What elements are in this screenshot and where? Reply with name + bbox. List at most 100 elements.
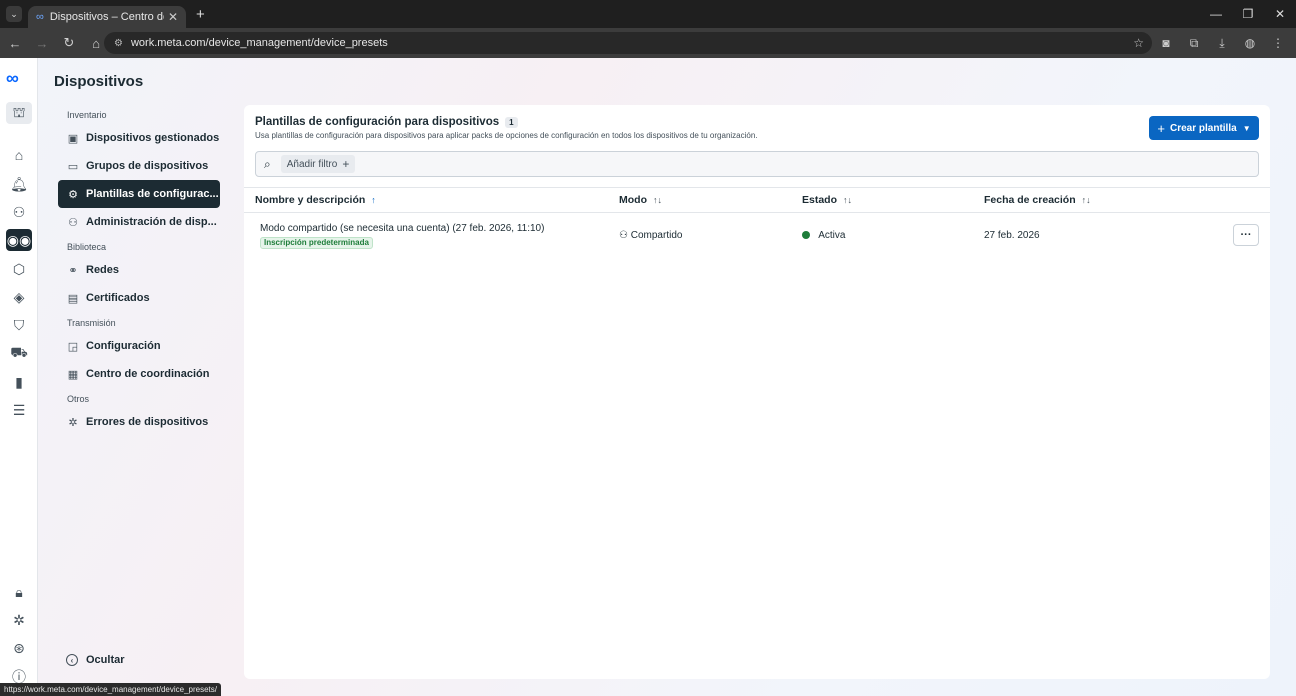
sidebar-item-coordination-center[interactable]: ▦ Centro de coordinación — [58, 360, 220, 388]
row-status-cell: Activa — [802, 230, 845, 241]
back-icon[interactable]: ← — [3, 36, 27, 51]
sidebar-section-otros: Otros — [67, 394, 90, 404]
table-row[interactable]: Modo compartido (se necesita una cuenta)… — [244, 213, 1270, 259]
more-icon: ··· — [1240, 229, 1252, 241]
sidebar-item-managed-devices[interactable]: ▣ Dispositivos gestionados — [58, 124, 220, 152]
sort-ascending-icon[interactable]: ↑ — [371, 195, 376, 205]
close-window-icon[interactable]: ✕ — [1264, 7, 1296, 21]
more-options-button[interactable]: ··· — [1233, 224, 1259, 246]
left-rail: ∞ ⛫ ⌂ 🔔︎ ⚇ ◉◉ ⬡ ◈ ⛉ ⛟ ▮ ☰ 🔒︎ ✲ ⊛ ⓘ — [0, 58, 38, 696]
sidebar-item-networks[interactable]: ⚭ Redes — [58, 256, 220, 284]
default-enrollment-badge: Inscripción predeterminada — [260, 237, 373, 249]
bug-report-icon[interactable]: ✲ — [6, 609, 32, 631]
filter-bar[interactable]: ⌕ Añadir filtro + — [255, 151, 1259, 177]
sidebar-item-cast-config[interactable]: ◲ Configuración — [58, 332, 220, 360]
column-header-label: Fecha de creación — [984, 194, 1076, 206]
minimize-icon[interactable]: — — [1200, 7, 1232, 21]
sidebar-item-device-groups[interactable]: ▭ Grupos de dispositivos — [58, 152, 220, 180]
column-header-label: Modo — [619, 194, 647, 206]
home-nav-icon[interactable]: ⌂ — [6, 144, 32, 166]
extensions-puzzle-icon[interactable]: ⧉ — [1182, 36, 1206, 51]
panel-header: Plantillas de configuración para disposi… — [255, 116, 758, 140]
templates-panel: Plantillas de configuración para disposi… — [244, 105, 1270, 679]
download-icon[interactable]: ⤓ — [1210, 36, 1234, 51]
devices-nav-icon[interactable]: ◉◉ — [6, 229, 32, 251]
reload-icon[interactable]: ↻ — [57, 35, 81, 51]
sidebar-item-device-admin[interactable]: ⚇ Administración de disp... — [58, 208, 220, 236]
panel-subtitle: Usa plantillas de configuración para dis… — [255, 131, 758, 140]
hide-sidebar-button[interactable]: ‹ Ocultar — [66, 654, 125, 666]
new-tab-icon[interactable]: + — [196, 6, 205, 23]
table-header: Nombre y descripción ↑ Modo ↑↓ Estado ↑↓… — [244, 187, 1270, 213]
plus-icon: + — [1157, 120, 1165, 136]
org-avatar-icon[interactable]: ⛫ — [6, 102, 32, 124]
sidebar-item-certificates[interactable]: ▤ Certificados — [58, 284, 220, 312]
panel-title: Plantillas de configuración para disposi… — [255, 116, 758, 128]
row-mode: Compartido — [630, 230, 683, 241]
browser-toolbar: ← → ↻ ⌂ ⚙ work.meta.com/device_managemen… — [0, 28, 1296, 58]
profile-avatar-icon[interactable]: ◍ — [1238, 36, 1262, 50]
help-icon[interactable]: ⊛ — [6, 637, 32, 659]
people-icon: ⚇ — [68, 216, 78, 229]
add-filter-button[interactable]: Añadir filtro + — [280, 155, 356, 173]
meta-logo-icon[interactable]: ∞ — [6, 68, 19, 89]
notifications-icon[interactable]: 🔔︎ — [6, 173, 32, 195]
site-info-icon[interactable]: ⚙ — [114, 38, 123, 49]
column-header-mode[interactable]: Modo ↑↓ — [619, 194, 662, 206]
extension-shield-icon[interactable]: ◙ — [1154, 36, 1178, 50]
chevron-left-icon: ‹ — [66, 654, 78, 666]
sidebar-item-config-templates[interactable]: ⚙ Plantillas de configurac... — [58, 180, 220, 208]
column-header-name[interactable]: Nombre y descripción ↑ — [255, 194, 376, 206]
settings-list-icon[interactable]: ☰ — [6, 399, 32, 421]
address-bar[interactable]: ⚙ work.meta.com/device_management/device… — [104, 32, 1152, 54]
row-mode-cell: ⚇ Compartido — [619, 230, 682, 241]
column-header-created[interactable]: Fecha de creación ↑↓ — [984, 194, 1091, 206]
app-area: ∞ ⛫ ⌂ 🔔︎ ⚇ ◉◉ ⬡ ◈ ⛉ ⛟ ▮ ☰ 🔒︎ ✲ ⊛ ⓘ Dispo… — [0, 58, 1296, 696]
create-template-button[interactable]: + Crear plantilla ▼ — [1149, 116, 1259, 140]
tab-search-icon[interactable]: ⌄ — [6, 6, 22, 22]
caret-down-icon[interactable]: ▼ — [1243, 124, 1251, 133]
row-name[interactable]: Modo compartido (se necesita una cuenta)… — [260, 223, 544, 234]
cart-icon[interactable]: ⛟ — [6, 342, 32, 364]
sidebar-item-label: Certificados — [86, 292, 150, 304]
browser-tab-bar: ⌄ ∞ Dispositivos – Centro de admin ✕ + —… — [0, 0, 1296, 28]
meta-favicon-icon: ∞ — [36, 11, 44, 23]
search-icon: ⌕ — [264, 156, 271, 171]
cube-icon[interactable]: ⬡ — [6, 258, 32, 280]
browser-menu-icon[interactable]: ⋮ — [1266, 36, 1290, 50]
sort-icon[interactable]: ↑↓ — [843, 195, 852, 205]
sidebar-section-biblioteca: Biblioteca — [67, 242, 107, 252]
lock-icon[interactable]: 🔒︎ — [6, 581, 32, 603]
panel-title-text: Plantillas de configuración para disposi… — [255, 116, 500, 128]
close-tab-icon[interactable]: ✕ — [168, 10, 178, 24]
tab-title: Dispositivos – Centro de admin — [49, 11, 164, 23]
sidebar-item-label: Administración de disp... — [86, 216, 217, 228]
row-status: Activa — [818, 230, 846, 241]
window-controls: — ❐ ✕ — [1200, 0, 1296, 28]
grid-icon: ▦ — [67, 368, 79, 381]
people-nav-icon[interactable]: ⚇ — [6, 201, 32, 223]
maximize-icon[interactable]: ❐ — [1232, 7, 1264, 21]
sidebar-item-device-errors[interactable]: ✲ Errores de dispositivos — [58, 408, 220, 436]
plus-icon: + — [342, 157, 350, 171]
layers-icon[interactable]: ◈ — [6, 286, 32, 308]
sort-icon[interactable]: ↑↓ — [1082, 195, 1091, 205]
gears-icon: ⚙ — [68, 188, 78, 201]
column-header-label: Estado — [802, 194, 838, 206]
column-header-status[interactable]: Estado ↑↓ — [802, 194, 852, 206]
sidebar-section-inventario: Inventario — [67, 110, 107, 120]
count-badge: 1 — [505, 116, 518, 128]
sort-icon[interactable]: ↑↓ — [653, 195, 662, 205]
headset-icon: ▣ — [67, 132, 79, 145]
row-created-cell: 27 feb. 2026 — [984, 230, 1040, 241]
sidebar-item-label: Centro de coordinación — [86, 368, 210, 380]
forward-icon[interactable]: → — [30, 36, 54, 51]
sidebar-item-label: Configuración — [86, 340, 161, 352]
status-dot-icon — [802, 231, 810, 240]
cast-icon: ◲ — [67, 340, 79, 353]
browser-tab[interactable]: ∞ Dispositivos – Centro de admin ✕ — [28, 6, 186, 28]
shield-icon[interactable]: ⛉ — [6, 314, 32, 336]
analytics-icon[interactable]: ▮ — [6, 371, 32, 393]
address-url: work.meta.com/device_management/device_p… — [130, 37, 388, 49]
bookmark-star-icon[interactable]: ☆ — [1133, 36, 1144, 50]
